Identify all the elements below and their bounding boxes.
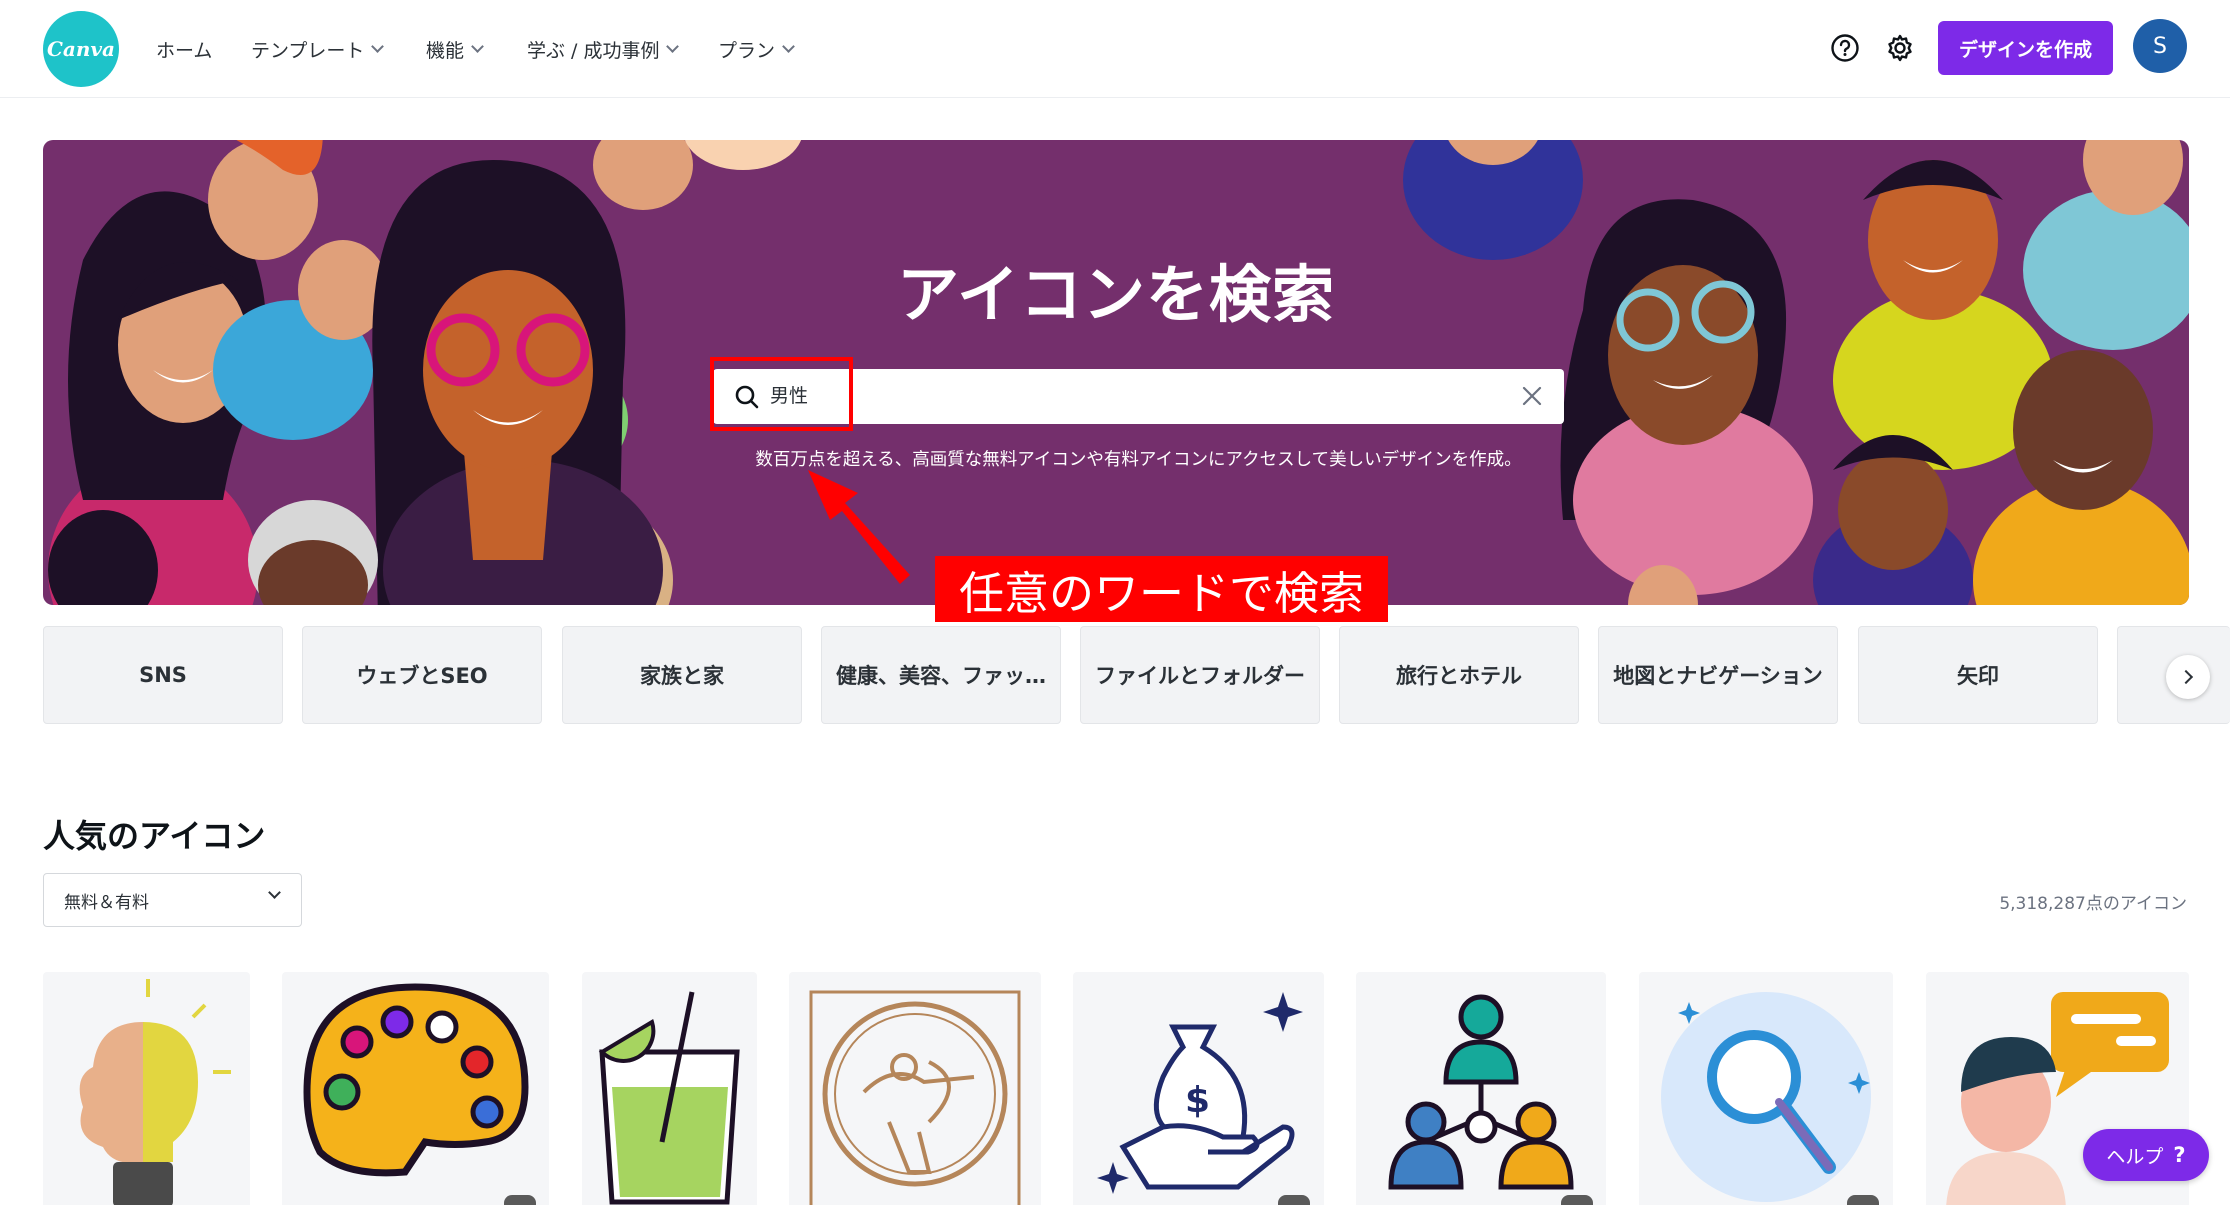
icon-card[interactable]	[43, 972, 250, 1205]
paint-palette-icon	[303, 983, 529, 1177]
cocktail-glass-icon	[598, 991, 740, 1205]
category-chip-maps-navigation[interactable]: 地図とナビゲーション	[1598, 626, 1838, 724]
category-chip-sns[interactable]: SNS	[43, 626, 283, 724]
category-next-button[interactable]	[2166, 655, 2210, 699]
nav-item-templates[interactable]: テンプレート	[251, 34, 385, 64]
category-chip-family-home[interactable]: 家族と家	[562, 626, 802, 724]
nav-item-label: プラン	[718, 39, 776, 62]
top-navigation: Canva ホーム テンプレート 機能 学ぶ / 成功事例 プラン デザインを作…	[0, 0, 2230, 98]
category-chip-travel-hotel[interactable]: 旅行とホテル	[1339, 626, 1579, 724]
nav-item-label: テンプレート	[251, 39, 365, 62]
result-count: 5,318,287点のアイコン	[1999, 894, 2187, 914]
nav-item-home[interactable]: ホーム	[156, 34, 212, 64]
help-question-button[interactable]	[1829, 32, 1861, 64]
logo-text: Canva	[47, 37, 115, 61]
premium-badge	[1278, 1195, 1310, 1205]
icon-card[interactable]: $	[1073, 972, 1324, 1205]
annotation-label: 任意のワードで検索	[935, 556, 1388, 622]
license-filter-dropdown[interactable]: 無料＆有料	[43, 873, 302, 927]
chevron-down-icon	[782, 39, 795, 53]
brain-bulb-icon	[79, 979, 231, 1205]
question-mark-icon: ?	[2173, 1143, 2186, 1167]
premium-badge	[1561, 1195, 1593, 1205]
icon-card[interactable]	[582, 972, 757, 1205]
clear-icon[interactable]	[1520, 384, 1544, 408]
help-button[interactable]: ヘルプ ?	[2083, 1129, 2209, 1181]
icon-card[interactable]	[282, 972, 549, 1205]
avatar[interactable]: S	[2133, 19, 2187, 73]
premium-badge	[504, 1195, 536, 1205]
help-button-label: ヘルプ	[2106, 1145, 2164, 1168]
question-circle-icon	[1831, 34, 1859, 62]
archer-emblem-icon	[809, 990, 1021, 1205]
magnifier-icon	[1661, 992, 1871, 1202]
filter-value: 無料＆有料	[64, 892, 149, 913]
hero-banner: アイコンを検索 男性 数百万点を超える、高画質な無料アイコンや有料アイコンにアク…	[43, 140, 2189, 605]
section-title: 人気のアイコン	[43, 817, 266, 855]
nav-item-label: ホーム	[156, 39, 213, 62]
settings-button[interactable]	[1884, 32, 1916, 64]
nav-item-label: 機能	[426, 39, 465, 62]
canva-logo[interactable]: Canva	[43, 11, 119, 87]
annotation-highlight-box	[710, 357, 853, 431]
nav-item-learn[interactable]: 学ぶ / 成功事例	[527, 34, 680, 64]
category-chip-files-folders[interactable]: ファイルとフォルダー	[1080, 626, 1320, 724]
chevron-down-icon	[268, 886, 281, 899]
hero-description: 数百万点を超える、高画質な無料アイコンや有料アイコンにアクセスして美しいデザイン…	[755, 450, 1522, 470]
chevron-down-icon	[371, 39, 385, 53]
category-chip-health-beauty[interactable]: 健康、美容、ファッ…	[821, 626, 1061, 724]
money-bag-hand-icon: $	[1097, 992, 1303, 1194]
nav-item-label: 学ぶ / 成功事例	[527, 39, 660, 62]
category-chip-arrows[interactable]: 矢印	[1858, 626, 2098, 724]
icon-card[interactable]	[1356, 972, 1606, 1205]
create-design-button[interactable]: デザインを作成	[1938, 21, 2113, 75]
category-chip-web-seo[interactable]: ウェブとSEO	[302, 626, 542, 724]
chevron-down-icon	[471, 39, 484, 53]
chevron-right-icon	[2178, 669, 2194, 685]
icon-card[interactable]	[1639, 972, 1893, 1205]
icon-card[interactable]	[789, 972, 1041, 1205]
gear-icon	[1888, 34, 1912, 62]
premium-badge	[1847, 1195, 1879, 1205]
page-title: アイコンを検索	[897, 258, 1335, 331]
nav-item-plans[interactable]: プラン	[718, 34, 795, 64]
chevron-down-icon	[666, 39, 680, 53]
svg-text:$: $	[1185, 1080, 1210, 1121]
people-network-icon	[1388, 994, 1574, 1190]
nav-item-features[interactable]: 機能	[426, 34, 484, 64]
